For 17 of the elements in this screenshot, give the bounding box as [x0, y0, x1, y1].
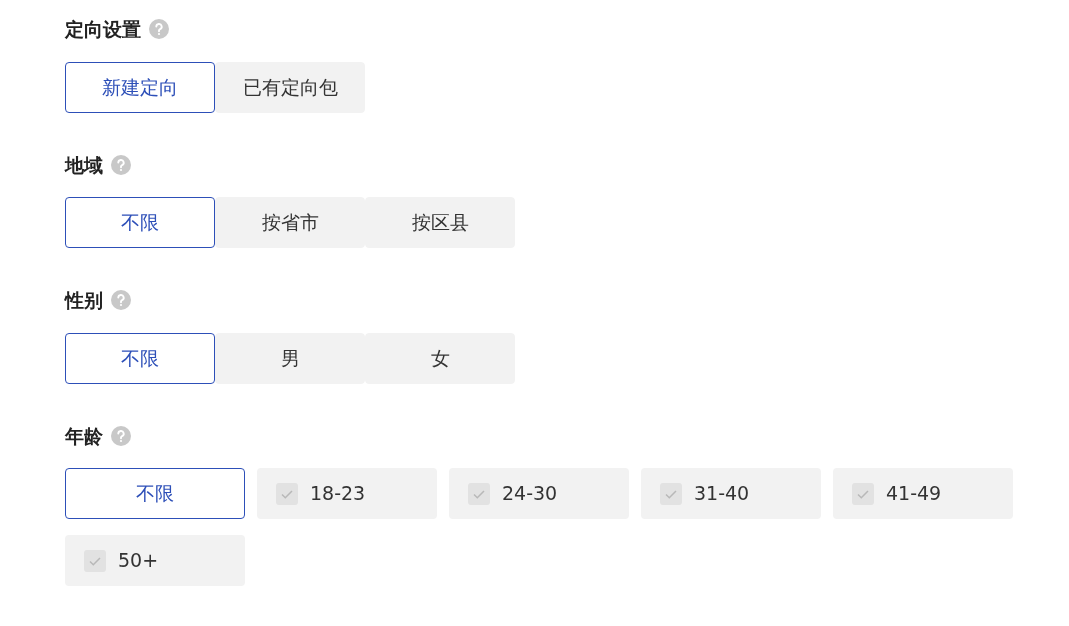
segment-tab[interactable]: 新建定向 — [65, 61, 215, 113]
segment-tab[interactable]: 女 — [365, 332, 515, 384]
help-icon[interactable] — [111, 290, 131, 311]
segment-tab[interactable]: 按区县 — [365, 197, 515, 248]
segment-tab[interactable]: 不限 — [65, 197, 215, 248]
section-title: 定向设置 — [65, 17, 141, 42]
segment-tab[interactable]: 已有定向包 — [215, 61, 365, 113]
section-title: 性别 — [65, 288, 103, 313]
age-option[interactable]: 不限 — [65, 468, 245, 519]
segment-tab[interactable]: 不限 — [65, 332, 215, 384]
section-title: 地域 — [65, 152, 103, 178]
help-icon[interactable] — [111, 154, 131, 175]
section-title: 年龄 — [65, 423, 103, 449]
help-icon[interactable] — [111, 425, 131, 446]
segment-tab[interactable]: 男 — [215, 332, 365, 384]
help-icon[interactable] — [149, 19, 169, 40]
segment-tab[interactable]: 按省市 — [215, 197, 365, 248]
